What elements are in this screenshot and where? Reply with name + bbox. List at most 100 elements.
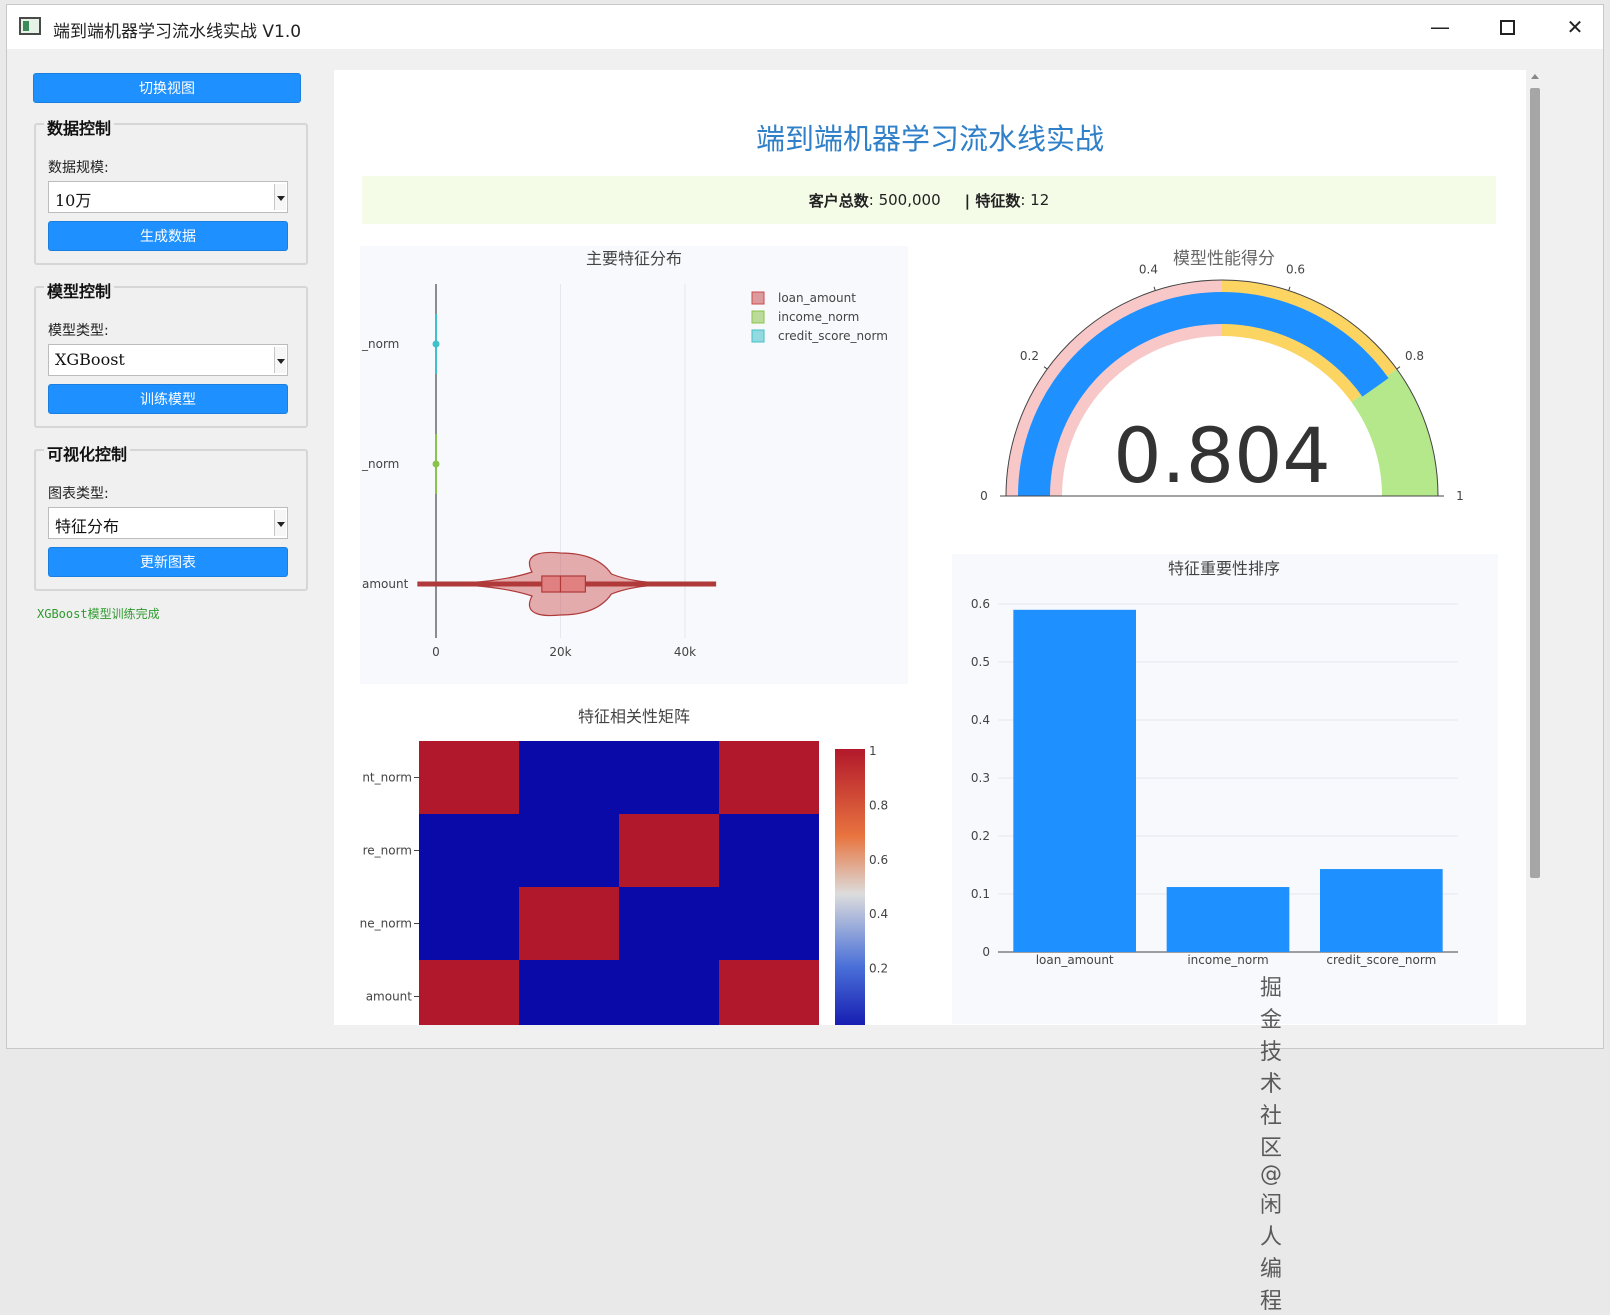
feature-importance-chart: 特征重要性排序 0 0.1 0.2 0.3 0.4 0.5 0.6 loan_amount in… <box>952 554 1498 1024</box>
feature-distribution-chart: 主要特征分布 0 20k 40k amount _norm _norm loan_amoun… <box>360 246 908 684</box>
y-tick-label: 0.4 <box>971 713 990 727</box>
gauge-tick-label: 0 <box>980 489 988 503</box>
heatmap-row-label: amount <box>366 990 413 1004</box>
heatmap-cell <box>719 814 819 887</box>
features-label: | 特征数 <box>964 191 1021 210</box>
heatmap-row-label: re_norm <box>363 844 412 858</box>
chart-type-value: 特征分布 <box>55 517 120 536</box>
chart-title: 特征相关性矩阵 <box>578 707 690 726</box>
bar-income_norm <box>1166 887 1290 952</box>
vertical-scrollbar[interactable] <box>1526 70 1544 1025</box>
x-tick-label: 40k <box>674 645 696 659</box>
x-tick-label: credit_score_norm <box>1326 953 1436 967</box>
colorbar-tick-label: 0.2 <box>869 962 888 976</box>
gauge-tick <box>1396 366 1401 370</box>
model-control-title: 模型控制 <box>44 278 115 302</box>
data-control-title: 数据控制 <box>44 115 115 139</box>
chevron-down-icon <box>274 510 286 536</box>
y-tick-label: _norm <box>361 457 399 471</box>
train-model-button[interactable]: 训练模型 <box>48 384 288 414</box>
y-tick-label: 0.2 <box>971 829 990 843</box>
gauge-tick-label: 0.4 <box>1139 263 1158 277</box>
dashboard-title: 端到端机器学习流水线实战 <box>755 122 1104 156</box>
viz-control-group: 可视化控制 图表类型: 特征分布 更新图表 <box>34 441 308 591</box>
y-tick-label: 0.1 <box>971 887 990 901</box>
gauge-tick <box>1288 286 1291 291</box>
chevron-down-icon <box>274 347 286 373</box>
model-type-select[interactable]: XGBoost <box>48 344 288 376</box>
scrollbar-thumb[interactable] <box>1530 88 1540 878</box>
legend-swatch <box>751 291 765 305</box>
model-control-group: 模型控制 模型类型: XGBoost 训练模型 <box>34 278 308 428</box>
heatmap-cell <box>719 887 819 960</box>
heatmap-cell <box>519 887 619 960</box>
heatmap-cell <box>619 887 719 960</box>
gauge-tick-label: 0.8 <box>1405 349 1424 363</box>
stats-bar: 客户总数 : 500,000 | 特征数 : 12 <box>362 176 1496 224</box>
data-scale-select[interactable]: 10万 <box>48 181 288 213</box>
scroll-up-arrow[interactable] <box>1531 74 1539 79</box>
close-button[interactable]: ✕ <box>1555 13 1595 41</box>
heatmap-cell <box>519 960 619 1025</box>
switch-view-button[interactable]: 切换视图 <box>33 73 301 103</box>
chart-type-select[interactable]: 特征分布 <box>48 507 288 539</box>
violin-median-point <box>432 460 440 468</box>
viz-control-title: 可视化控制 <box>44 441 131 465</box>
heatmap-cell <box>619 960 719 1025</box>
window-title: 端到端机器学习流水线实战 V1.0 <box>53 22 302 42</box>
correlation-heatmap: 特征相关性矩阵 nt_norm re_norm ne_normamount 1 0.8 0… <box>360 707 888 1025</box>
colorbar-tick-label: 1 <box>869 744 877 758</box>
features-value: : 12 <box>1020 191 1050 209</box>
gauge-tick <box>1153 286 1156 291</box>
y-tick-label: 0 <box>982 945 990 959</box>
y-tick-label: amount <box>362 577 409 591</box>
y-tick-label: 0.3 <box>971 771 990 785</box>
heatmap-row-label: ne_norm <box>360 917 412 931</box>
model-type-label: 模型类型: <box>48 323 109 339</box>
model-score-gauge: 模型性能得分 0 0.2 0.4 0.6 0.8 1 0.804 <box>980 249 1464 503</box>
maximize-icon <box>1499 19 1515 35</box>
generate-data-button[interactable]: 生成数据 <box>48 221 288 251</box>
data-control-group: 数据控制 数据规模: 10万 生成数据 <box>34 115 308 265</box>
heatmap-cell <box>419 814 519 887</box>
data-scale-value: 10万 <box>55 191 92 210</box>
app-icon <box>19 17 41 35</box>
heatmap-cell <box>719 960 819 1025</box>
chart-title: 特征重要性排序 <box>1168 559 1280 578</box>
gauge-tick-label: 1 <box>1456 489 1464 503</box>
chart-type-label: 图表类型: <box>48 486 109 502</box>
heatmap-cell <box>519 741 619 814</box>
customers-value: : 500,000 <box>868 191 941 209</box>
data-scale-label: 数据规模: <box>48 160 109 176</box>
colorbar <box>835 749 865 1025</box>
gauge-value: 0.804 <box>1113 411 1331 500</box>
legend-swatch <box>751 310 765 324</box>
chevron-down-icon <box>274 184 286 210</box>
model-type-value: XGBoost <box>55 350 125 369</box>
chart-title: 模型性能得分 <box>1173 249 1275 269</box>
heatmap-cell <box>619 814 719 887</box>
minimize-button[interactable]: — <box>1420 13 1460 41</box>
gauge-tick <box>1043 366 1048 370</box>
y-tick-label: 0.6 <box>971 597 990 611</box>
heatmap-cell <box>719 741 819 814</box>
chart-title: 主要特征分布 <box>586 249 682 268</box>
y-tick-label: 0.5 <box>971 655 990 669</box>
colorbar-tick-label: 0.6 <box>869 853 888 867</box>
update-chart-button[interactable]: 更新图表 <box>48 547 288 577</box>
violin-median-point <box>432 340 440 348</box>
heatmap-cell <box>419 960 519 1025</box>
heatmap-cell <box>419 887 519 960</box>
legend-label: income_norm <box>778 310 859 324</box>
legend-label: credit_score_norm <box>778 329 888 343</box>
dashboard-panel: 端到端机器学习流水线实战 客户总数 : 500,000 | 特征数 : 12 主… <box>334 70 1526 1025</box>
gauge-tick-label: 0.2 <box>1020 349 1039 363</box>
bar-credit_score_norm <box>1320 869 1443 952</box>
bar-loan_amount <box>1013 609 1136 952</box>
x-tick-label: 0 <box>432 645 440 659</box>
legend-label: loan_amount <box>778 291 856 305</box>
status-message: XGBoost模型训练完成 <box>37 607 160 621</box>
maximize-button[interactable] <box>1487 13 1527 41</box>
violin-iqr-box <box>541 575 586 593</box>
colorbar-tick-label: 0.4 <box>869 907 888 921</box>
